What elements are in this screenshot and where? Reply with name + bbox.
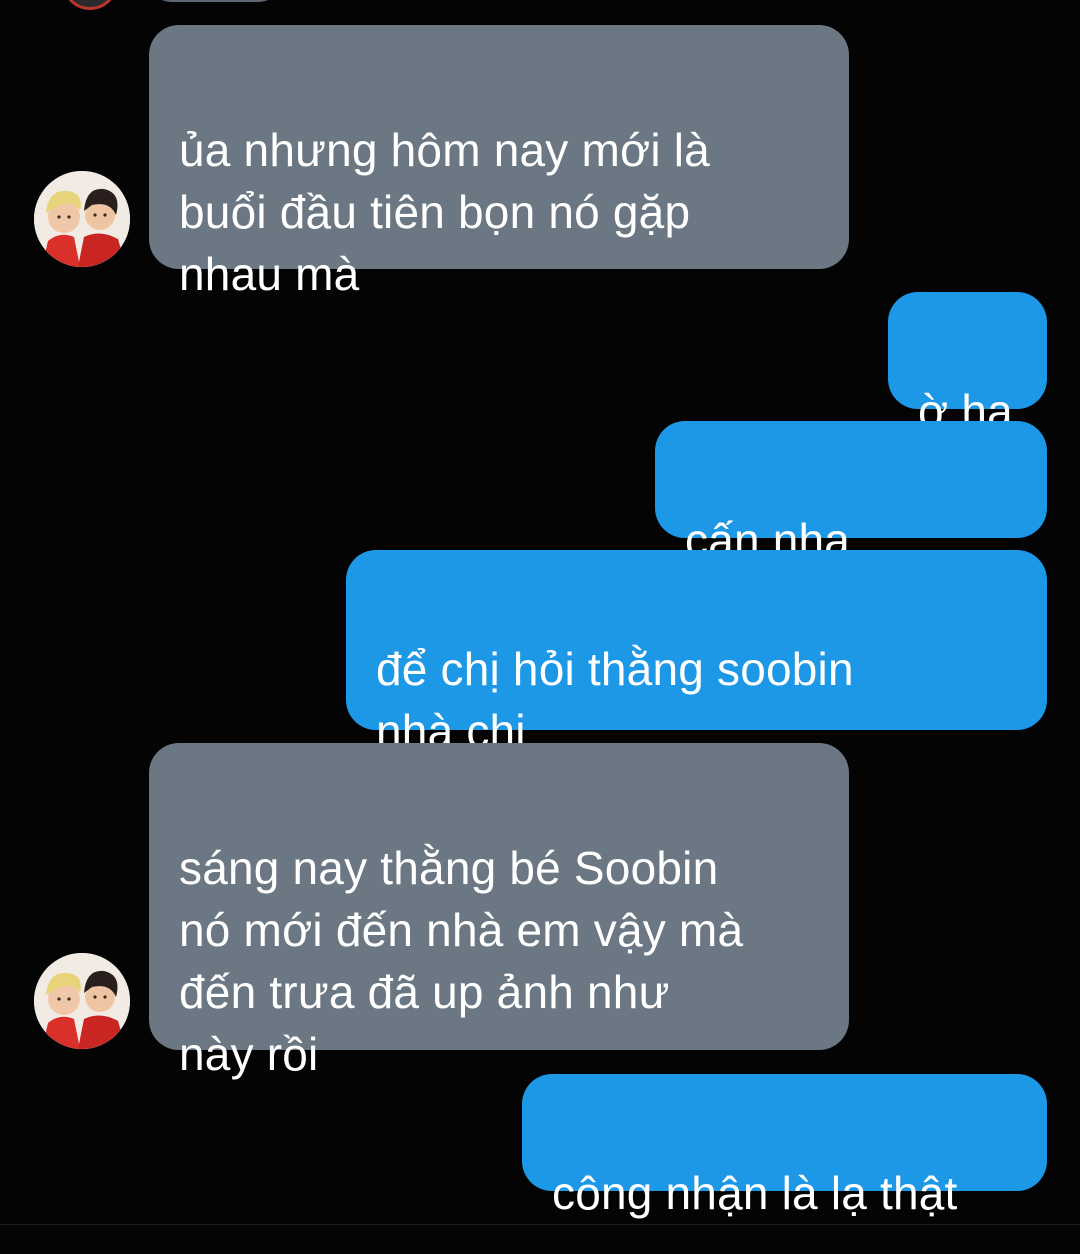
- outgoing-message-bubble[interactable]: ờ ha: [888, 292, 1047, 437]
- incoming-message-bubble[interactable]: sáng nay thằng bé Soobin nó mới đến nhà …: [149, 743, 849, 1080]
- message-text: ủa nhưng hôm nay mới là buổi đầu tiên bọ…: [179, 124, 710, 300]
- contact-avatar[interactable]: [34, 171, 130, 267]
- contact-avatar[interactable]: [34, 953, 130, 1049]
- message-text: để chị hỏi thằng soobin nhà chị: [376, 643, 854, 757]
- bottom-divider: [0, 1224, 1080, 1225]
- message-text: sáng nay thằng bé Soobin nó mới đến nhà …: [179, 842, 744, 1080]
- outgoing-message-bubble[interactable]: cấn nha: [655, 421, 1047, 624]
- avatar-photo-icon: [34, 171, 130, 267]
- chat-screen: ủa nhưng hôm nay mới là buổi đầu tiên bọ…: [0, 0, 1080, 1254]
- previous-avatar-edge: [62, 0, 118, 10]
- message-text: công nhận là lạ thật: [552, 1167, 958, 1219]
- previous-message-bubble-edge: [150, 0, 280, 2]
- outgoing-message-bubble[interactable]: để chị hỏi thằng soobin nhà chị: [346, 550, 1047, 757]
- incoming-message-bubble[interactable]: ủa nhưng hôm nay mới là buổi đầu tiên bọ…: [149, 25, 849, 300]
- avatar-photo-icon: [34, 953, 130, 1049]
- outgoing-message-bubble[interactable]: công nhận là lạ thật: [522, 1074, 1047, 1219]
